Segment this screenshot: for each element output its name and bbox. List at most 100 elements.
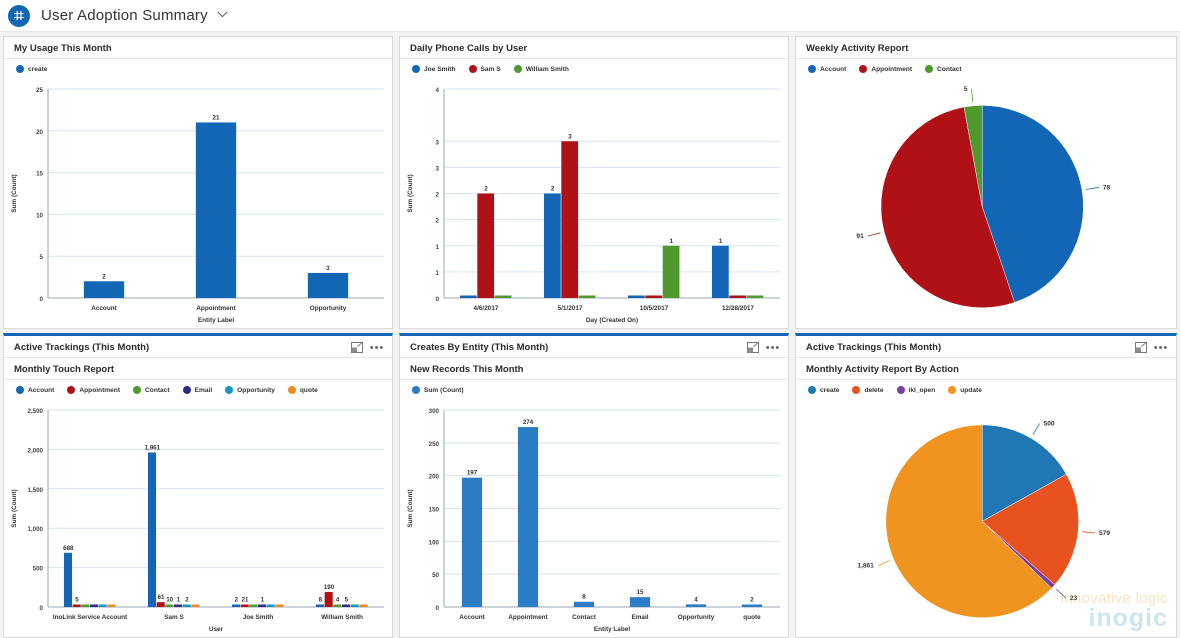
- legend-item[interactable]: Contact: [133, 386, 170, 394]
- legend-label: Sam S: [480, 65, 501, 73]
- bar[interactable]: [258, 604, 267, 608]
- x-axis-tick-label: Sam S: [164, 614, 184, 621]
- legend-item[interactable]: delete: [852, 386, 884, 394]
- chart-new-records-this-month[interactable]: 0 50 100 150 200 250 300 Sum (Count) 197 Account 2…: [400, 396, 788, 637]
- legend-item[interactable]: Opportunity: [225, 386, 275, 394]
- tile-subtitle: Daily Phone Calls by User: [400, 37, 788, 59]
- bar[interactable]: [174, 604, 183, 608]
- bar[interactable]: [729, 295, 747, 299]
- y-axis-title: Sum (Count): [407, 489, 414, 527]
- bar[interactable]: [249, 604, 258, 608]
- bar[interactable]: [81, 604, 90, 608]
- legend-item[interactable]: Sum (Count): [412, 386, 464, 394]
- x-axis-tick-label: 5/1/2017: [558, 305, 583, 312]
- legend-label: quote: [299, 386, 318, 394]
- legend-item[interactable]: Sam S: [468, 65, 501, 73]
- legend-item[interactable]: ikl_open: [896, 386, 935, 394]
- bar[interactable]: [459, 295, 477, 299]
- bar[interactable]: [662, 245, 680, 298]
- bar[interactable]: [573, 601, 595, 607]
- x-axis-tick-label: Opportunity: [310, 305, 347, 312]
- more-options-icon[interactable]: •••: [766, 341, 780, 354]
- pie-leader-line: [971, 88, 974, 102]
- legend-item[interactable]: Account: [808, 65, 846, 73]
- bar[interactable]: [231, 604, 241, 608]
- legend-item[interactable]: Joe Smith: [412, 65, 456, 73]
- y-axis-tick-label: 5: [40, 254, 44, 261]
- legend-item[interactable]: quote: [287, 386, 318, 394]
- chart-monthly-touch-report[interactable]: 0 500 1,000 1,500 2,000 2,500 Sum (Count) 688 5 I…: [4, 396, 392, 637]
- bar[interactable]: [147, 452, 157, 607]
- more-options-icon[interactable]: •••: [370, 341, 384, 354]
- y-axis-tick-label: 25: [36, 87, 43, 94]
- legend-item[interactable]: Appointment: [67, 386, 120, 394]
- bar[interactable]: [83, 281, 125, 298]
- expand-chart-icon[interactable]: [1134, 341, 1148, 354]
- bar[interactable]: [746, 295, 764, 299]
- bar[interactable]: [578, 295, 596, 299]
- bar[interactable]: [191, 604, 200, 608]
- bar-value-label: 21: [213, 114, 220, 121]
- expand-chart-icon[interactable]: [746, 341, 760, 354]
- bar[interactable]: [72, 604, 81, 608]
- chart-my-usage-this-month[interactable]: 0 5 10 15 20 25 Sum (Count) 2 Account 21 Appointme…: [4, 75, 392, 328]
- y-axis-tick-label: 2,000: [28, 447, 44, 454]
- chart-monthly-activity-by-action[interactable]: 500 579 23 1,861 innovative logic inogic: [796, 396, 1176, 637]
- legend-item[interactable]: Appointment: [859, 65, 912, 73]
- bar[interactable]: [461, 477, 483, 607]
- chart-weekly-activity-report[interactable]: 78 91 5: [796, 75, 1176, 328]
- bar[interactable]: [90, 604, 99, 608]
- bar[interactable]: [275, 604, 284, 608]
- bar[interactable]: [307, 272, 349, 298]
- legend-item[interactable]: Account: [16, 386, 54, 394]
- y-axis-tick-label: 2: [436, 192, 440, 199]
- chart-daily-phone-calls-by-user[interactable]: 0 1 1 2 2 3 3 4 Sum (Count) 2 4/6/2017 2 3 5/1/2017 1 1…: [400, 75, 788, 328]
- expand-chart-icon[interactable]: [350, 341, 364, 354]
- bar[interactable]: [333, 604, 342, 608]
- bar[interactable]: [324, 592, 333, 607]
- bar[interactable]: [107, 604, 116, 608]
- bar[interactable]: [195, 122, 237, 298]
- bar[interactable]: [685, 604, 707, 607]
- bar[interactable]: [63, 552, 73, 607]
- bar[interactable]: [517, 427, 539, 607]
- legend-item[interactable]: create: [808, 386, 839, 394]
- bar[interactable]: [315, 604, 325, 608]
- bar[interactable]: [741, 604, 763, 608]
- legend-item[interactable]: Email: [182, 386, 212, 394]
- bar[interactable]: [627, 295, 645, 299]
- bar[interactable]: [182, 604, 191, 608]
- legend-label: Contact: [145, 386, 170, 394]
- bar[interactable]: [266, 604, 275, 608]
- bar-value-label: 2: [551, 186, 555, 193]
- bar[interactable]: [350, 604, 359, 608]
- chart-svg: 0 500 1,000 1,500 2,000 2,500 Sum (Count) 688 5 I…: [11, 408, 384, 633]
- bar[interactable]: [629, 597, 651, 607]
- bar[interactable]: [98, 604, 107, 608]
- bar[interactable]: [711, 245, 729, 298]
- y-axis-tick-label: 1: [436, 244, 440, 251]
- chevron-down-icon[interactable]: [217, 10, 228, 21]
- legend-swatch-icon: [225, 386, 234, 394]
- legend-item[interactable]: update: [948, 386, 982, 394]
- bar[interactable]: [561, 141, 579, 298]
- x-axis-tick-label: Appointment: [196, 305, 236, 312]
- legend-item[interactable]: create: [16, 65, 47, 73]
- bar[interactable]: [645, 295, 663, 299]
- bar[interactable]: [359, 604, 368, 608]
- more-options-icon[interactable]: •••: [1154, 341, 1168, 354]
- legend-new-records: Sum (Count): [400, 380, 788, 396]
- y-axis-tick-label: 2: [436, 218, 440, 225]
- bar[interactable]: [543, 193, 561, 299]
- bar[interactable]: [494, 295, 512, 299]
- legend-item[interactable]: William Smith: [513, 65, 569, 73]
- bar-value-label: 1: [177, 597, 181, 604]
- bar[interactable]: [477, 193, 495, 299]
- legend-item[interactable]: Contact: [925, 65, 962, 73]
- bar[interactable]: [240, 604, 249, 608]
- bar[interactable]: [342, 604, 351, 608]
- bar[interactable]: [165, 604, 174, 608]
- bar-value-label: 2: [484, 186, 488, 193]
- pie-leader-line: [867, 232, 881, 237]
- bar[interactable]: [156, 602, 165, 607]
